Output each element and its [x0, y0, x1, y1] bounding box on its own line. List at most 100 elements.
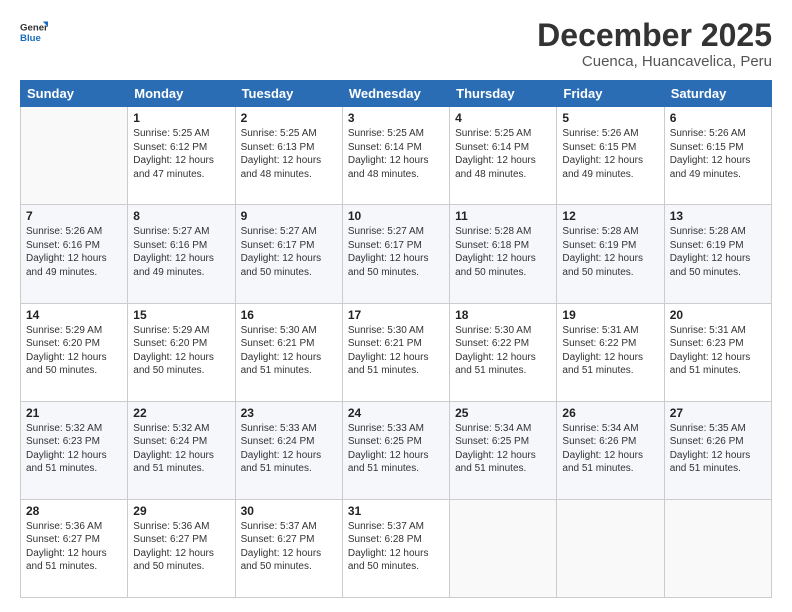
- cell-info: Sunrise: 5:30 AM Sunset: 6:21 PM Dayligh…: [241, 324, 337, 378]
- cell-info: Sunrise: 5:28 AM Sunset: 6:19 PM Dayligh…: [562, 225, 658, 279]
- day-number: 3: [348, 111, 444, 125]
- table-cell: 5 Sunrise: 5:26 AM Sunset: 6:15 PM Daylig…: [557, 107, 664, 205]
- col-sunday: Sunday: [21, 81, 128, 107]
- table-cell: [21, 107, 128, 205]
- table-cell: [557, 499, 664, 597]
- day-number: 27: [670, 406, 766, 420]
- day-number: 29: [133, 504, 229, 518]
- cell-info: Sunrise: 5:37 AM Sunset: 6:28 PM Dayligh…: [348, 520, 444, 574]
- col-saturday: Saturday: [664, 81, 771, 107]
- cell-info: Sunrise: 5:26 AM Sunset: 6:15 PM Dayligh…: [562, 127, 658, 181]
- month-title: December 2025: [537, 18, 772, 53]
- table-cell: 24 Sunrise: 5:33 AM Sunset: 6:25 PM Dayli…: [342, 401, 449, 499]
- table-cell: 17 Sunrise: 5:30 AM Sunset: 6:21 PM Dayli…: [342, 303, 449, 401]
- table-cell: 29 Sunrise: 5:36 AM Sunset: 6:27 PM Dayli…: [128, 499, 235, 597]
- cell-info: Sunrise: 5:34 AM Sunset: 6:25 PM Dayligh…: [455, 422, 551, 476]
- calendar-row: 28 Sunrise: 5:36 AM Sunset: 6:27 PM Dayli…: [21, 499, 772, 597]
- day-number: 8: [133, 209, 229, 223]
- day-number: 11: [455, 209, 551, 223]
- cell-info: Sunrise: 5:27 AM Sunset: 6:16 PM Dayligh…: [133, 225, 229, 279]
- cell-info: Sunrise: 5:25 AM Sunset: 6:13 PM Dayligh…: [241, 127, 337, 181]
- table-cell: 31 Sunrise: 5:37 AM Sunset: 6:28 PM Dayli…: [342, 499, 449, 597]
- day-number: 6: [670, 111, 766, 125]
- table-cell: 14 Sunrise: 5:29 AM Sunset: 6:20 PM Dayli…: [21, 303, 128, 401]
- day-number: 17: [348, 308, 444, 322]
- cell-info: Sunrise: 5:31 AM Sunset: 6:22 PM Dayligh…: [562, 324, 658, 378]
- day-number: 10: [348, 209, 444, 223]
- day-number: 15: [133, 308, 229, 322]
- header: General Blue December 2025 Cuenca, Huanc…: [20, 18, 772, 70]
- calendar-header-row: Sunday Monday Tuesday Wednesday Thursday…: [21, 81, 772, 107]
- table-cell: 20 Sunrise: 5:31 AM Sunset: 6:23 PM Dayli…: [664, 303, 771, 401]
- calendar-row: 1Sunrise: 5:25 AM Sunset: 6:12 PM Daylig…: [21, 107, 772, 205]
- col-thursday: Thursday: [450, 81, 557, 107]
- cell-info: Sunrise: 5:36 AM Sunset: 6:27 PM Dayligh…: [26, 520, 122, 574]
- cell-info: Sunrise: 5:25 AM Sunset: 6:14 PM Dayligh…: [455, 127, 551, 181]
- calendar-row: 14 Sunrise: 5:29 AM Sunset: 6:20 PM Dayli…: [21, 303, 772, 401]
- day-number: 21: [26, 406, 122, 420]
- cell-info: Sunrise: 5:37 AM Sunset: 6:27 PM Dayligh…: [241, 520, 337, 574]
- col-tuesday: Tuesday: [235, 81, 342, 107]
- cell-info: Sunrise: 5:32 AM Sunset: 6:23 PM Dayligh…: [26, 422, 122, 476]
- day-number: 31: [348, 504, 444, 518]
- subtitle: Cuenca, Huancavelica, Peru: [537, 53, 772, 70]
- table-cell: 18 Sunrise: 5:30 AM Sunset: 6:22 PM Dayli…: [450, 303, 557, 401]
- cell-info: Sunrise: 5:28 AM Sunset: 6:18 PM Dayligh…: [455, 225, 551, 279]
- cell-info: Sunrise: 5:25 AM Sunset: 6:14 PM Dayligh…: [348, 127, 444, 181]
- table-cell: 1Sunrise: 5:25 AM Sunset: 6:12 PM Daylig…: [128, 107, 235, 205]
- day-number: 13: [670, 209, 766, 223]
- day-number: 14: [26, 308, 122, 322]
- table-cell: [664, 499, 771, 597]
- cell-info: Sunrise: 5:30 AM Sunset: 6:22 PM Dayligh…: [455, 324, 551, 378]
- table-cell: 7 Sunrise: 5:26 AM Sunset: 6:16 PM Daylig…: [21, 205, 128, 303]
- cell-info: Sunrise: 5:30 AM Sunset: 6:21 PM Dayligh…: [348, 324, 444, 378]
- cell-info: Sunrise: 5:31 AM Sunset: 6:23 PM Dayligh…: [670, 324, 766, 378]
- cell-info: Sunrise: 5:36 AM Sunset: 6:27 PM Dayligh…: [133, 520, 229, 574]
- table-cell: [450, 499, 557, 597]
- table-cell: 6Sunrise: 5:26 AM Sunset: 6:15 PM Daylig…: [664, 107, 771, 205]
- calendar-table: Sunday Monday Tuesday Wednesday Thursday…: [20, 80, 772, 598]
- day-number: 26: [562, 406, 658, 420]
- table-cell: 16 Sunrise: 5:30 AM Sunset: 6:21 PM Dayli…: [235, 303, 342, 401]
- day-number: 23: [241, 406, 337, 420]
- cell-info: Sunrise: 5:29 AM Sunset: 6:20 PM Dayligh…: [26, 324, 122, 378]
- day-number: 4: [455, 111, 551, 125]
- col-monday: Monday: [128, 81, 235, 107]
- table-cell: 12 Sunrise: 5:28 AM Sunset: 6:19 PM Dayli…: [557, 205, 664, 303]
- table-cell: 4 Sunrise: 5:25 AM Sunset: 6:14 PM Daylig…: [450, 107, 557, 205]
- day-number: 24: [348, 406, 444, 420]
- logo: General Blue: [20, 18, 48, 46]
- svg-text:General: General: [20, 22, 48, 33]
- day-number: 25: [455, 406, 551, 420]
- col-friday: Friday: [557, 81, 664, 107]
- table-cell: 10Sunrise: 5:27 AM Sunset: 6:17 PM Dayli…: [342, 205, 449, 303]
- cell-info: Sunrise: 5:33 AM Sunset: 6:25 PM Dayligh…: [348, 422, 444, 476]
- table-cell: 13Sunrise: 5:28 AM Sunset: 6:19 PM Dayli…: [664, 205, 771, 303]
- table-cell: 26Sunrise: 5:34 AM Sunset: 6:26 PM Dayli…: [557, 401, 664, 499]
- day-number: 30: [241, 504, 337, 518]
- day-number: 9: [241, 209, 337, 223]
- day-number: 7: [26, 209, 122, 223]
- day-number: 12: [562, 209, 658, 223]
- table-cell: 15Sunrise: 5:29 AM Sunset: 6:20 PM Dayli…: [128, 303, 235, 401]
- table-cell: 25 Sunrise: 5:34 AM Sunset: 6:25 PM Dayli…: [450, 401, 557, 499]
- table-cell: 19Sunrise: 5:31 AM Sunset: 6:22 PM Dayli…: [557, 303, 664, 401]
- cell-info: Sunrise: 5:26 AM Sunset: 6:16 PM Dayligh…: [26, 225, 122, 279]
- table-cell: 3 Sunrise: 5:25 AM Sunset: 6:14 PM Daylig…: [342, 107, 449, 205]
- table-cell: 30 Sunrise: 5:37 AM Sunset: 6:27 PM Dayli…: [235, 499, 342, 597]
- day-number: 28: [26, 504, 122, 518]
- table-cell: 22Sunrise: 5:32 AM Sunset: 6:24 PM Dayli…: [128, 401, 235, 499]
- calendar-row: 7 Sunrise: 5:26 AM Sunset: 6:16 PM Daylig…: [21, 205, 772, 303]
- day-number: 18: [455, 308, 551, 322]
- day-number: 20: [670, 308, 766, 322]
- logo-icon: General Blue: [20, 18, 48, 46]
- col-wednesday: Wednesday: [342, 81, 449, 107]
- svg-text:Blue: Blue: [20, 33, 41, 44]
- table-cell: 2 Sunrise: 5:25 AM Sunset: 6:13 PM Daylig…: [235, 107, 342, 205]
- day-number: 2: [241, 111, 337, 125]
- day-number: 16: [241, 308, 337, 322]
- title-block: December 2025 Cuenca, Huancavelica, Peru: [537, 18, 772, 70]
- day-number: 5: [562, 111, 658, 125]
- table-cell: 8 Sunrise: 5:27 AM Sunset: 6:16 PM Daylig…: [128, 205, 235, 303]
- cell-info: Sunrise: 5:25 AM Sunset: 6:12 PM Dayligh…: [133, 127, 229, 181]
